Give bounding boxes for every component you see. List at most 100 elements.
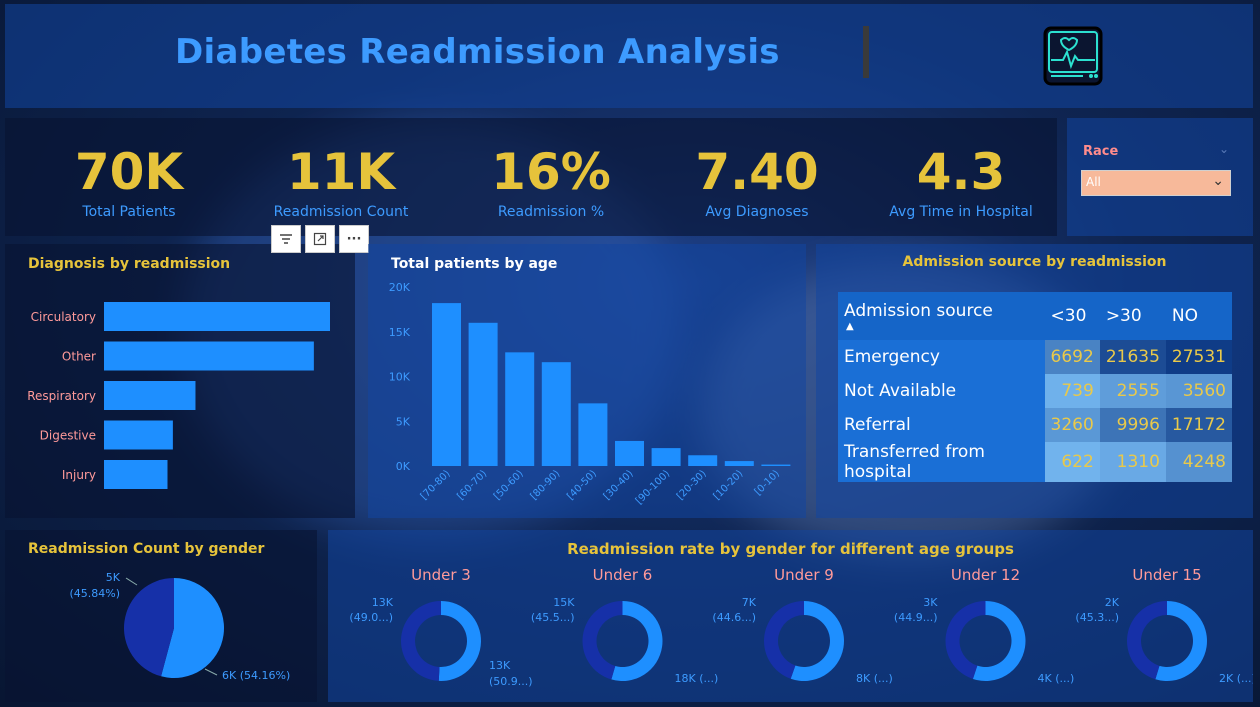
kpi-total-patients: 70K Total Patients [29, 118, 229, 220]
kpi-label: Readmission % [497, 204, 605, 220]
row-label: Transferred from hospital [838, 442, 1045, 482]
data-label: (44.6...) [712, 611, 756, 624]
x-tick-label: [50-60) [492, 468, 526, 502]
table-cell: 3260 [1044, 408, 1100, 442]
kpi-label: Avg Diagnoses [705, 204, 809, 220]
donut-slice [400, 601, 441, 681]
table-cell: 622 [1044, 442, 1100, 482]
sort-ascending-icon: ▲ [846, 320, 854, 332]
leader-line [204, 668, 218, 676]
data-label: (44.9...) [894, 611, 938, 624]
category-label: Circulatory [31, 310, 96, 324]
bar [688, 455, 718, 466]
bar [104, 341, 314, 371]
age-group-donut-charts: Under 3 13K (49.0...) 13K (50.9...) Under 6 15… [349, 566, 1253, 688]
kpi-label: Total Patients [82, 204, 176, 220]
bar [578, 403, 608, 466]
race-dropdown[interactable]: All ⌄ [1081, 170, 1231, 196]
table-cell: 21635 [1099, 340, 1166, 374]
table-cell: 9996 [1099, 408, 1166, 442]
data-label: 18K (...) [675, 672, 719, 685]
diagnosis-chart-panel: Diagnosis by readmission Circulatory Othe… [5, 244, 355, 518]
x-tick-label: [80-90) [529, 468, 563, 502]
column-header[interactable]: >30 [1099, 292, 1166, 340]
y-tick-label: 15K [389, 326, 411, 339]
more-options-button[interactable]: ··· [339, 225, 369, 253]
x-tick-label: [10-20) [712, 468, 746, 502]
x-tick-label: [60-70) [455, 468, 489, 502]
bar [761, 464, 791, 466]
chevron-down-icon[interactable]: ⌄ [1219, 142, 1229, 156]
x-tick-label: [40-50) [565, 468, 599, 502]
donut-title: Under 3 [411, 566, 471, 584]
donut-title: Under 9 [774, 566, 834, 584]
bar [104, 302, 330, 331]
x-tick-label: [0-10) [753, 468, 782, 497]
y-tick-label: 5K [396, 415, 411, 428]
bar [104, 381, 196, 410]
gender-pie-panel: Readmission Count by gender 5K (45.84%) 6K… [5, 530, 317, 702]
kpi-avg-time-in-hospital: 4.3 Avg Time in Hospital [861, 118, 1061, 220]
bar [505, 352, 535, 466]
donut-title: Under 12 [951, 566, 1020, 584]
column-header[interactable]: <30 [1044, 292, 1100, 340]
kpi-value: 70K [74, 143, 184, 201]
data-label: 15K [553, 596, 575, 609]
slicer-title: Race [1083, 144, 1119, 159]
age-bar-chart: 20K 15K 10K 5K 0K [70-80) [60-70) [50-60) [80-90… [389, 281, 791, 507]
bar [104, 460, 168, 489]
table-row[interactable]: Transferred from hospital 622 1310 4248 [838, 442, 1232, 482]
page-title: Diabetes Readmission Analysis [175, 32, 780, 72]
column-header[interactable]: NO [1165, 292, 1232, 340]
diagnosis-bar-chart: Circulatory Other Respiratory Digestive Inju… [27, 302, 330, 489]
table-row[interactable]: Referral 3260 9996 17172 [838, 408, 1232, 442]
x-tick-label: [30-40) [602, 468, 636, 502]
kpi-label: Readmission Count [273, 204, 409, 220]
y-tick-label: 10K [389, 371, 411, 384]
row-label: Not Available [838, 374, 1045, 408]
filter-icon[interactable] [271, 225, 301, 253]
focus-mode-icon[interactable] [305, 225, 335, 253]
data-label: 2K [1105, 596, 1120, 609]
kpi-value: 16% [491, 143, 611, 201]
data-label: (50.9...) [489, 675, 533, 688]
leader-line [125, 577, 138, 586]
kpi-readmission-percent: 16% Readmission % [451, 118, 651, 220]
column-header[interactable]: Admission source ▲ [838, 292, 1045, 340]
category-label: Injury [62, 468, 96, 482]
bar [724, 461, 754, 466]
table-cell: 27531 [1165, 340, 1232, 374]
title-divider [863, 26, 869, 78]
table-cell: 4248 [1165, 442, 1232, 482]
y-tick-label: 0K [396, 460, 411, 473]
bar [541, 362, 571, 466]
admission-source-panel: Admission source by readmission Admissio… [816, 244, 1253, 518]
kpi-readmission-count: 11K Readmission Count [241, 118, 441, 220]
table-cell: 6692 [1044, 340, 1100, 374]
table-row[interactable]: Emergency 6692 21635 27531 [838, 340, 1232, 374]
data-label: 6K (54.16%) [222, 669, 290, 682]
table-cell: 17172 [1165, 408, 1232, 442]
data-label: 13K [489, 659, 511, 672]
bar [615, 440, 644, 466]
data-label: (49.0...) [349, 611, 393, 624]
data-label: 13K [372, 596, 394, 609]
heart-monitor-icon [1043, 26, 1103, 86]
gender-pie-chart: 5K (45.84%) 6K (54.16%) [69, 571, 290, 682]
more-icon: ··· [346, 231, 362, 247]
x-tick-label: [70-80) [419, 468, 453, 502]
kpi-value: 4.3 [916, 143, 1006, 201]
bar [468, 322, 498, 466]
data-label: 7K [742, 596, 757, 609]
table-header-row: Admission source ▲ <30 >30 NO [838, 292, 1232, 340]
column-header-label: Admission source [844, 300, 993, 321]
table-cell: 1310 [1099, 442, 1166, 482]
x-tick-label: [20-30) [675, 468, 709, 502]
x-tick-label: [90-100) [634, 468, 672, 506]
kpi-value: 11K [286, 143, 396, 201]
table-row[interactable]: Not Available 739 2555 3560 [838, 374, 1232, 408]
kpi-avg-diagnoses: 7.40 Avg Diagnoses [657, 118, 857, 220]
bar [104, 420, 173, 450]
age-chart-panel: Total patients by age 20K 15K 10K 5K 0K [70-8… [368, 244, 806, 518]
data-label: 2K (...) [1219, 672, 1253, 685]
